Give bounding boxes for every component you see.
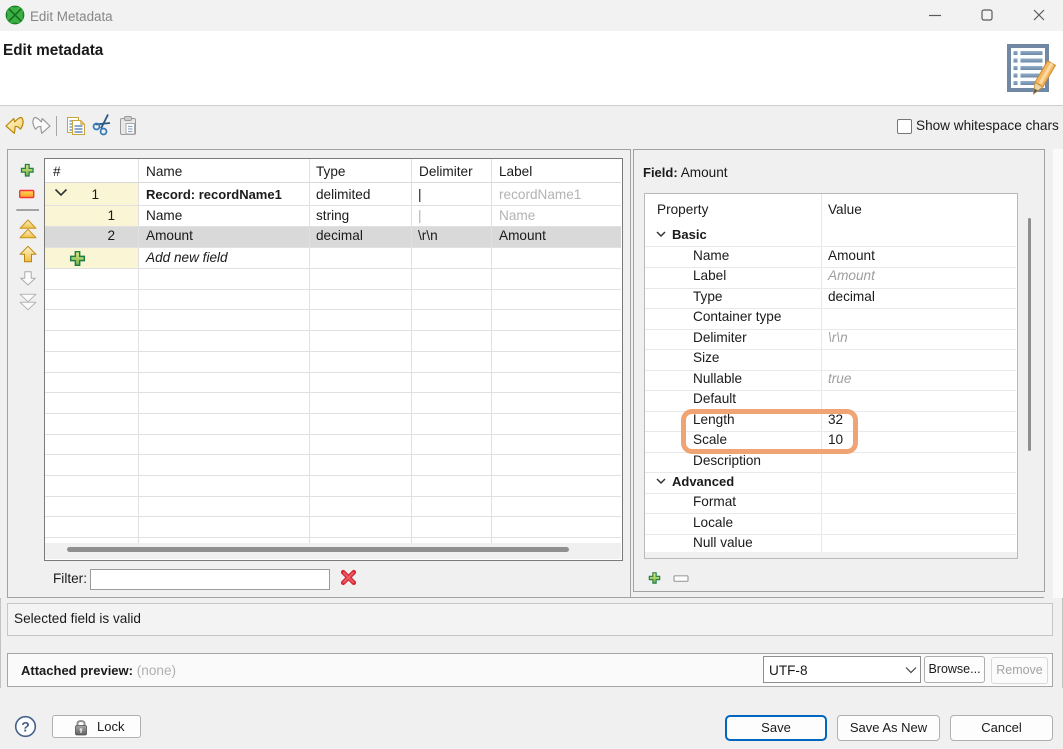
svg-text:?: ?: [21, 719, 30, 735]
